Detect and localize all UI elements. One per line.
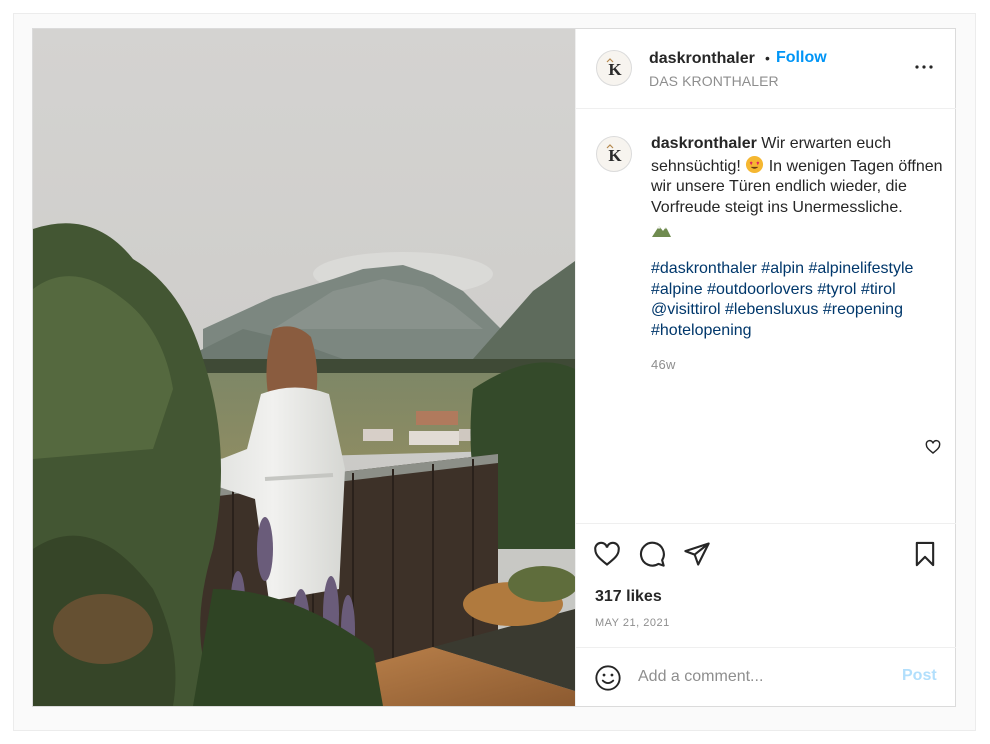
mention-link[interactable]: @visittirol <box>651 301 721 318</box>
follow-button[interactable]: Follow <box>776 49 827 67</box>
avatar[interactable]: K <box>596 50 632 86</box>
bookmark-icon[interactable] <box>911 540 939 568</box>
caption-avatar[interactable]: K <box>596 136 632 172</box>
separator: • <box>765 50 770 66</box>
hashtag-link[interactable]: #tyrol <box>817 281 856 298</box>
post-photo[interactable] <box>33 29 575 706</box>
instagram-post: K daskronthaler • Follow DAS KRONTHALER … <box>32 28 956 707</box>
hashtag-link[interactable]: #alpine <box>651 281 703 298</box>
location-subtitle[interactable]: DAS KRONTHALER <box>649 73 779 89</box>
caption-text: daskronthaler Wir erwarten euch sehnsüch… <box>651 134 951 238</box>
post-age[interactable]: 46w <box>651 357 676 372</box>
hashtag-link[interactable]: #hotelopening <box>651 322 752 339</box>
username[interactable]: daskronthaler <box>649 50 755 68</box>
share-icon[interactable] <box>683 540 711 568</box>
heart-icon[interactable] <box>593 540 621 568</box>
smiley-icon[interactable] <box>594 664 622 692</box>
svg-text:K: K <box>608 146 622 165</box>
hashtag-link[interactable]: #outdoorlovers <box>707 281 813 298</box>
hashtag-link[interactable]: #lebensluxus <box>725 301 818 318</box>
caption-like-heart-icon[interactable] <box>925 439 941 455</box>
comment-icon[interactable] <box>638 540 666 568</box>
caption-username[interactable]: daskronthaler <box>651 135 757 152</box>
action-bar: 317 likes MAY 21, 2021 <box>576 523 956 647</box>
post-comment-button[interactable]: Post <box>902 667 937 685</box>
comment-input[interactable] <box>638 666 888 688</box>
comment-bar: Post <box>576 647 956 706</box>
hashtag-link[interactable]: #tirol <box>861 281 896 298</box>
likes-count[interactable]: 317 likes <box>595 588 662 606</box>
hashtag-link[interactable]: #alpin <box>761 260 804 277</box>
hashtag-link[interactable]: #daskronthaler <box>651 260 757 277</box>
more-options-icon[interactable] <box>912 55 936 79</box>
post-date: MAY 21, 2021 <box>595 617 670 629</box>
mountain-emoji-icon <box>652 226 671 237</box>
post-header: K daskronthaler • Follow DAS KRONTHALER <box>576 29 956 109</box>
hashtag-link[interactable]: #reopening <box>823 301 903 318</box>
svg-text:K: K <box>608 60 622 79</box>
caption-section: K daskronthaler Wir erwarten euch sehnsü… <box>576 109 956 523</box>
heart-eyes-emoji-icon <box>746 155 764 173</box>
hashtag-link[interactable]: #alpinelifestyle <box>808 260 913 277</box>
hashtag-list: #daskronthaler #alpin #alpinelifestyle #… <box>651 259 951 341</box>
post-sidebar: K daskronthaler • Follow DAS KRONTHALER … <box>575 29 956 706</box>
